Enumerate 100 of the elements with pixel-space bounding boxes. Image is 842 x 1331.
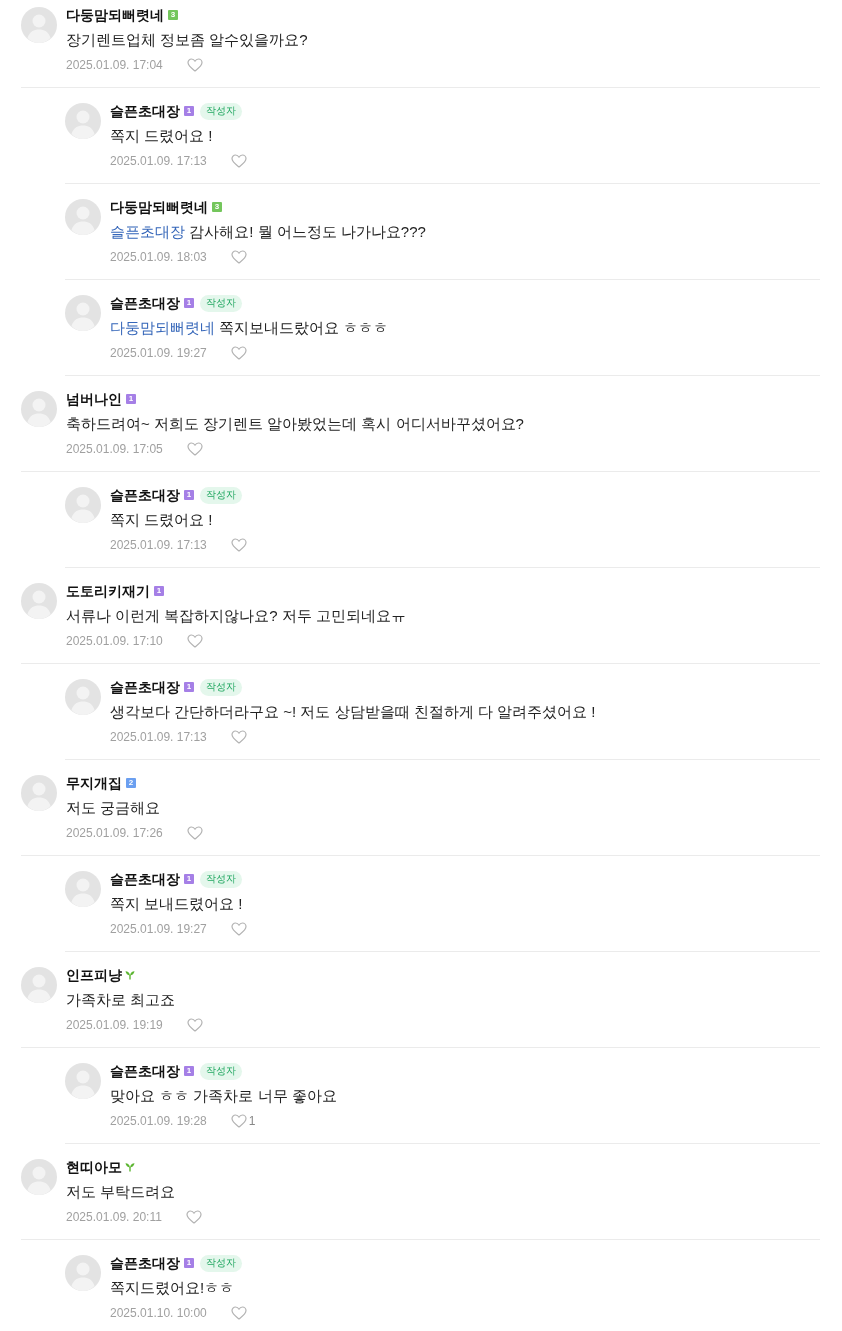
author-name[interactable]: 슬픈초대장 <box>110 101 180 121</box>
comment-text: 저도 부탁드려요 <box>66 1182 177 1202</box>
author-tag: 작성자 <box>200 1254 242 1272</box>
comment-date: 2025.01.09. 18:03 <box>110 249 207 266</box>
author-tag: 작성자 <box>200 294 242 312</box>
comment-date: 2025.01.10. 10:00 <box>110 1305 207 1322</box>
avatar-icon[interactable] <box>21 775 57 811</box>
author-name[interactable]: 인프피냥 <box>66 965 122 985</box>
author-name[interactable]: 다둥맘되뻐렷네 <box>66 5 164 25</box>
heart-icon <box>186 634 203 648</box>
author-tag: 작성자 <box>200 486 242 504</box>
author-name[interactable]: 슬픈초대장 <box>110 485 180 505</box>
level-badge: 1 <box>184 682 194 692</box>
mention-link[interactable]: 슬픈초대장 <box>110 223 185 240</box>
level-badge: 3 <box>168 10 178 20</box>
comment-date: 2025.01.09. 17:13 <box>110 537 207 554</box>
like-button[interactable] <box>230 250 247 264</box>
comment-text: 서류나 이런게 복잡하지않나요? 저두 고민되네요ㅠ <box>66 606 406 626</box>
comment-date: 2025.01.09. 19:28 <box>110 1113 207 1130</box>
like-button[interactable] <box>186 58 203 72</box>
avatar-icon[interactable] <box>65 871 101 907</box>
author-name[interactable]: 슬픈초대장 <box>110 869 180 889</box>
level-badge: 1 <box>126 394 136 404</box>
author-tag: 작성자 <box>200 1062 242 1080</box>
author-name[interactable]: 다둥맘되뻐렷네 <box>110 197 208 217</box>
avatar-icon[interactable] <box>65 103 101 139</box>
comment-date: 2025.01.09. 17:04 <box>66 57 163 74</box>
comment-date: 2025.01.09. 17:10 <box>66 633 163 650</box>
author-name[interactable]: 넘버나인 <box>66 389 122 409</box>
comment-date: 2025.01.09. 20:11 <box>66 1209 162 1226</box>
author-name[interactable]: 슬픈초대장 <box>110 1253 180 1273</box>
mention-link[interactable]: 다둥맘되뻐렷네 <box>110 319 215 336</box>
level-badge: 1 <box>184 298 194 308</box>
like-button[interactable] <box>230 154 247 168</box>
author-name[interactable]: 슬픈초대장 <box>110 1061 180 1081</box>
comment-date: 2025.01.09. 17:26 <box>66 825 163 842</box>
comment-date: 2025.01.09. 17:05 <box>66 441 163 458</box>
level-badge: 1 <box>184 1066 194 1076</box>
heart-icon <box>230 154 247 168</box>
avatar-icon[interactable] <box>65 295 101 331</box>
author-tag: 작성자 <box>200 102 242 120</box>
avatar-icon[interactable] <box>21 583 57 619</box>
author-tag: 작성자 <box>200 870 242 888</box>
level-badge: 1 <box>184 106 194 116</box>
heart-icon <box>230 250 247 264</box>
comment-date: 2025.01.09. 17:13 <box>110 153 207 170</box>
sprout-icon <box>125 970 135 980</box>
like-button[interactable] <box>230 1306 247 1320</box>
like-button[interactable] <box>186 442 203 456</box>
comment-text: 쪽지 드렸어요 ! <box>110 510 214 530</box>
heart-icon <box>230 1114 247 1128</box>
avatar-icon[interactable] <box>21 391 57 427</box>
comment-text: 쪽지 보내드렸어요 ! <box>110 894 244 914</box>
level-badge: 1 <box>184 874 194 884</box>
like-button[interactable] <box>186 826 203 840</box>
avatar-icon[interactable] <box>65 1255 101 1291</box>
comment-text: 쪽지 드렸어요 ! <box>110 126 214 146</box>
author-name[interactable]: 무지개집 <box>66 773 122 793</box>
level-badge: 1 <box>154 586 164 596</box>
like-button[interactable] <box>230 538 247 552</box>
sprout-icon <box>125 1162 135 1172</box>
heart-icon <box>186 58 203 72</box>
comment-text: 슬픈초대장 감사해요! 뭘 어느정도 나가나요??? <box>110 222 426 242</box>
avatar-icon[interactable] <box>21 7 57 43</box>
heart-icon <box>186 442 203 456</box>
heart-icon <box>230 1306 247 1320</box>
avatar-icon[interactable] <box>21 1159 57 1195</box>
author-name[interactable]: 슬픈초대장 <box>110 293 180 313</box>
like-button[interactable] <box>230 922 247 936</box>
comment-date: 2025.01.09. 17:13 <box>110 729 207 746</box>
level-badge: 1 <box>184 490 194 500</box>
avatar-icon[interactable] <box>21 967 57 1003</box>
comment-text: 다둥맘되뻐렷네 쪽지보내드랐어요 ㅎㅎㅎ <box>110 318 389 338</box>
comment-text: 생각보다 간단하더라구요 ~! 저도 상담받을때 친절하게 다 알려주셨어요 ! <box>110 702 596 722</box>
like-button[interactable] <box>186 634 203 648</box>
avatar-icon[interactable] <box>65 679 101 715</box>
level-badge: 3 <box>212 202 222 212</box>
comment-text: 축하드려여~ 저희도 장기렌트 알아봤었는데 혹시 어디서바꾸셨어요? <box>66 414 524 434</box>
avatar-icon[interactable] <box>65 487 101 523</box>
avatar-icon[interactable] <box>65 1063 101 1099</box>
author-tag: 작성자 <box>200 678 242 696</box>
heart-icon <box>186 826 203 840</box>
heart-icon <box>230 538 247 552</box>
author-name[interactable]: 슬픈초대장 <box>110 677 180 697</box>
comment-date: 2025.01.09. 19:19 <box>66 1017 163 1034</box>
comment-text: 장기렌트업체 정보좀 알수있을까요? <box>66 30 308 50</box>
like-button[interactable] <box>186 1018 203 1032</box>
author-name[interactable]: 현띠아모 <box>66 1157 122 1177</box>
like-button[interactable]: 1 <box>230 1112 256 1130</box>
heart-icon <box>230 346 247 360</box>
level-badge: 1 <box>184 1258 194 1268</box>
like-button[interactable] <box>185 1210 202 1224</box>
level-badge: 2 <box>126 778 136 788</box>
author-name[interactable]: 도토리키재기 <box>66 581 150 601</box>
like-button[interactable] <box>230 346 247 360</box>
heart-icon <box>230 922 247 936</box>
avatar-icon[interactable] <box>65 199 101 235</box>
comment-text: 쪽지드렸어요!ㅎㅎ <box>110 1278 236 1298</box>
like-button[interactable] <box>230 730 247 744</box>
comment-text: 가족차로 최고죠 <box>66 990 177 1010</box>
